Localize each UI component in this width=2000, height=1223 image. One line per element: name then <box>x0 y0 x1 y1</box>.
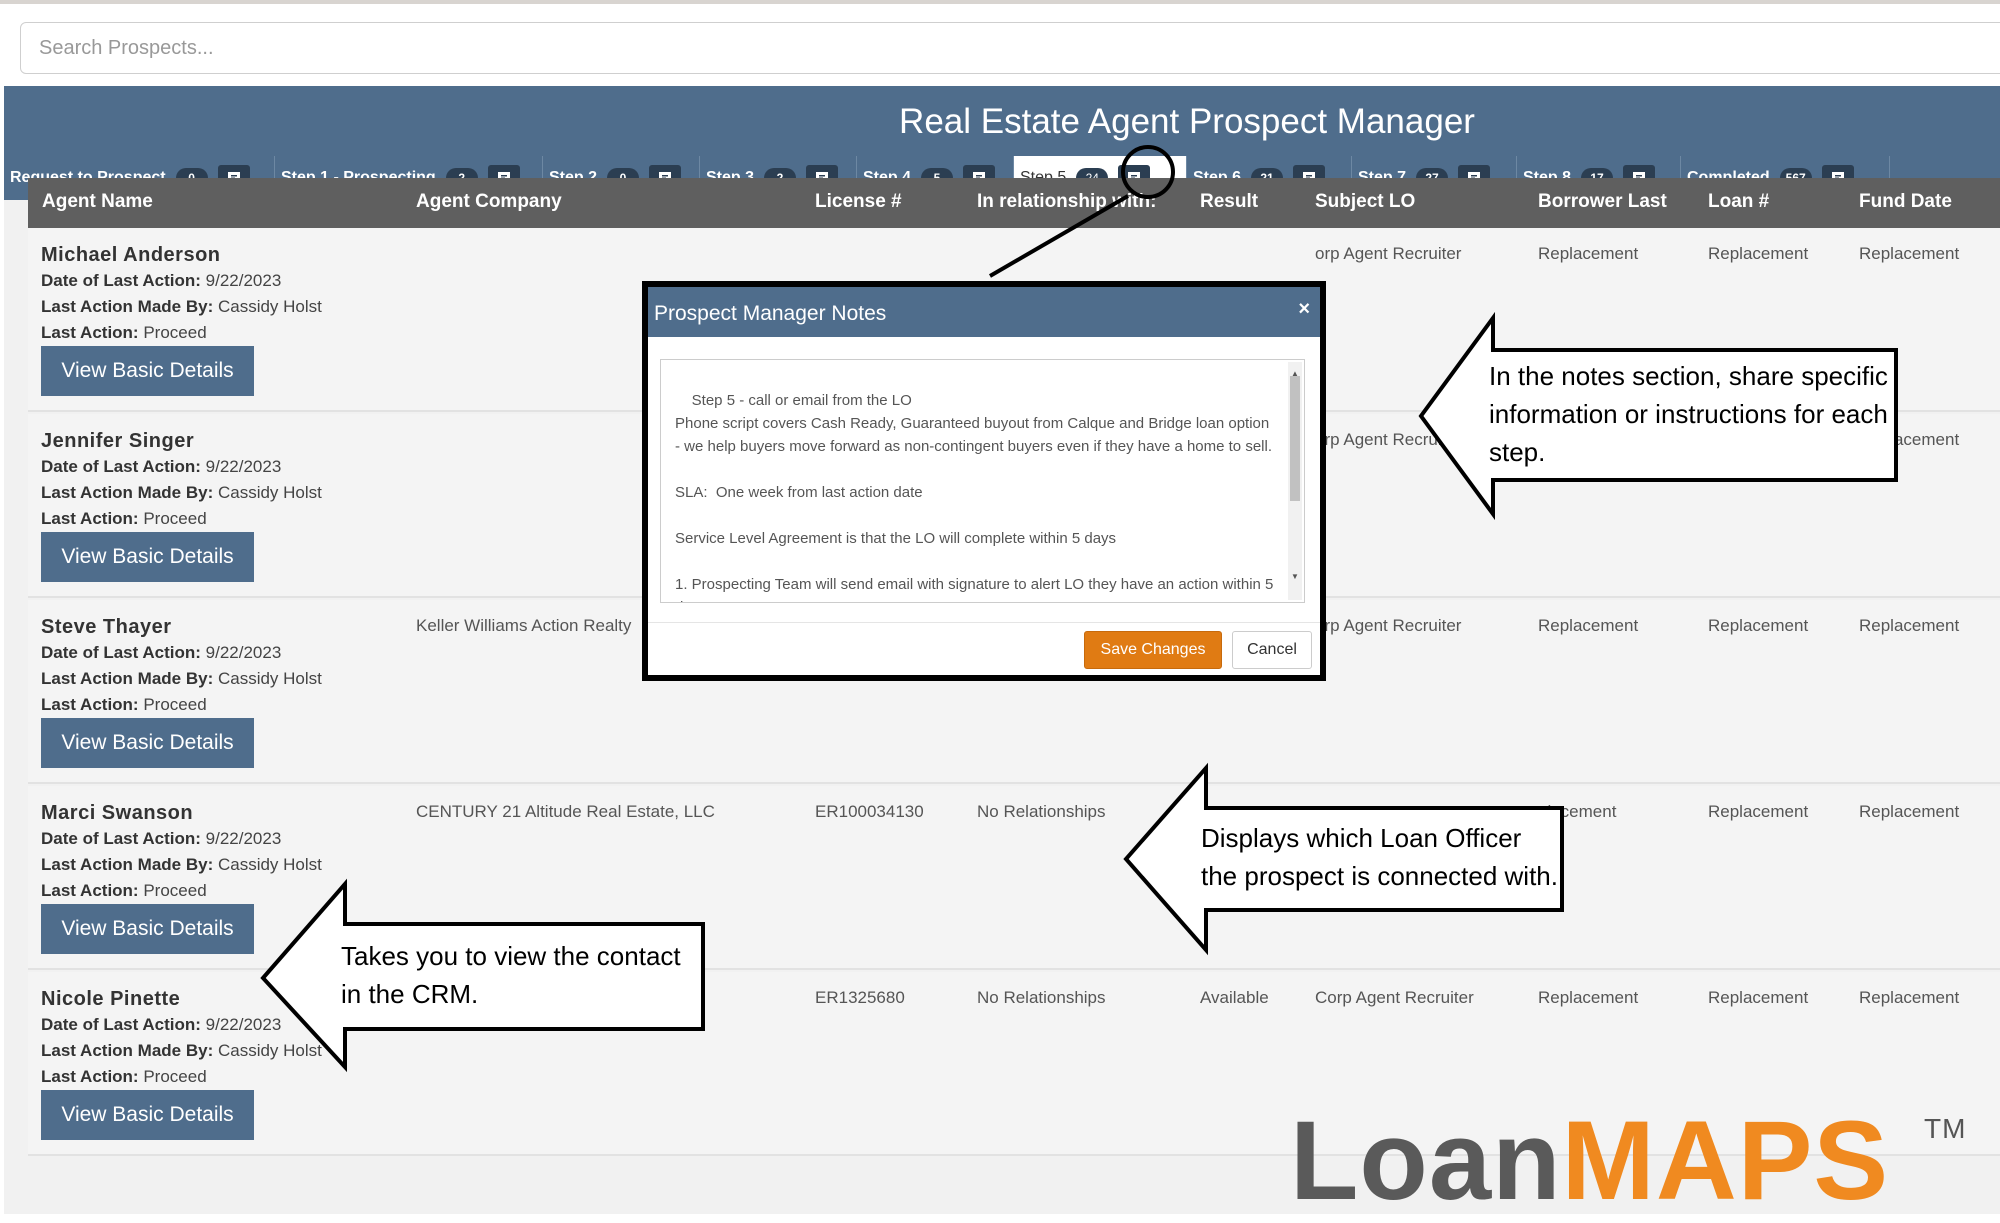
relationship-callout-text: Displays which Loan Officer the prospect… <box>1201 823 1558 891</box>
notes-callout-text: In the notes section, share specific inf… <box>1489 361 1888 467</box>
crm-callout-text: Takes you to view the contact in the CRM… <box>341 941 681 1009</box>
pointer-line <box>988 194 1130 278</box>
loanmaps-logo: LoanMAPS TM <box>1290 1105 1965 1217</box>
logo-maps: MAPS <box>1561 1098 1890 1223</box>
logo-tm: TM <box>1924 1113 1967 1144</box>
callout-arrows <box>260 194 1898 1073</box>
logo-loan: Loan <box>1290 1098 1562 1223</box>
